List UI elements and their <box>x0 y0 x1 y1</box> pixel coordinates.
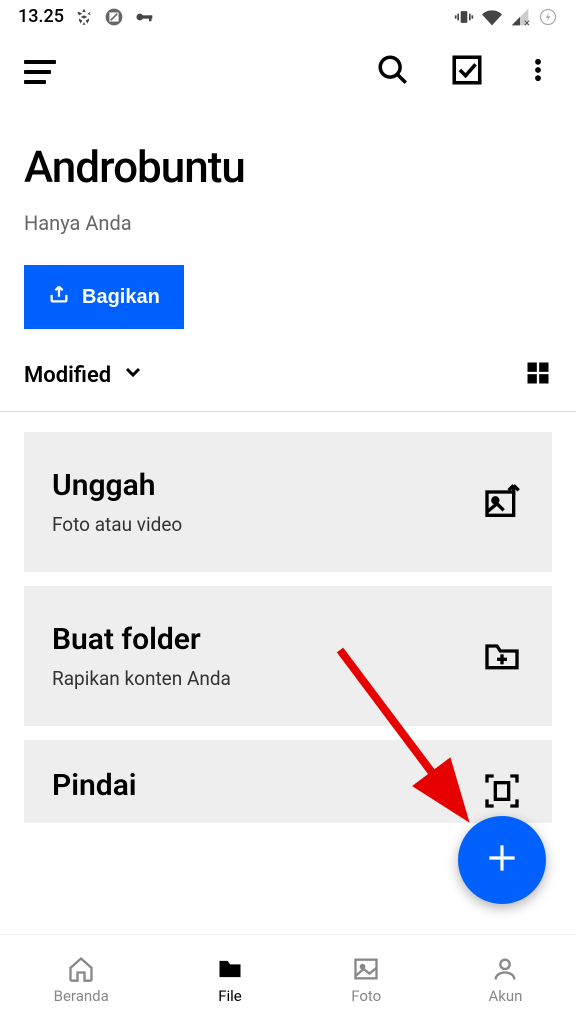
home-icon <box>67 955 95 983</box>
plus-icon <box>483 839 521 881</box>
action-subtitle: Rapikan konten Anda <box>52 667 231 690</box>
nav-label: Akun <box>488 987 522 1005</box>
folder-icon <box>216 955 244 983</box>
page-subtitle: Hanya Anda <box>24 211 552 235</box>
share-icon <box>48 283 70 311</box>
nav-label: Beranda <box>54 987 109 1005</box>
status-bar: 13.25 ✕ <box>0 0 576 33</box>
search-button[interactable] <box>376 53 410 91</box>
page-title: Androbuntu <box>24 141 552 193</box>
scan-icon <box>480 769 524 813</box>
nav-file[interactable]: File <box>216 955 244 1005</box>
share-label: Bagikan <box>82 286 160 309</box>
sort-dropdown[interactable]: Modified <box>24 360 145 390</box>
nav-label: Foto <box>351 987 381 1005</box>
status-time: 13.25 <box>18 6 64 27</box>
action-subtitle: Foto atau video <box>52 513 182 536</box>
action-create-folder[interactable]: Buat folder Rapikan konten Anda <box>24 586 552 726</box>
nav-account[interactable]: Akun <box>488 955 522 1005</box>
app-icon-2 <box>104 7 124 27</box>
battery-icon <box>538 7 558 27</box>
nav-photo[interactable]: Foto <box>351 955 381 1005</box>
select-button[interactable] <box>450 53 484 91</box>
account-icon <box>491 955 519 983</box>
app-toolbar <box>0 33 576 111</box>
chevron-down-icon <box>121 360 145 390</box>
nav-label: File <box>218 987 242 1005</box>
svg-text:✕: ✕ <box>523 19 530 27</box>
more-button[interactable] <box>524 53 552 91</box>
wifi-icon <box>482 7 502 27</box>
action-title: Buat folder <box>52 622 231 657</box>
action-upload[interactable]: Unggah Foto atau video <box>24 432 552 572</box>
nav-home[interactable]: Beranda <box>54 955 109 1005</box>
upload-image-icon <box>480 480 524 524</box>
photo-icon <box>352 955 380 983</box>
action-title: Unggah <box>52 468 182 503</box>
share-button[interactable]: Bagikan <box>24 265 184 329</box>
bottom-navigation: Beranda File Foto Akun <box>0 934 576 1024</box>
signal-icon: ✕ <box>510 7 530 27</box>
fab-add-button[interactable] <box>458 816 546 904</box>
view-grid-button[interactable] <box>524 359 552 391</box>
action-title: Pindai <box>52 768 137 803</box>
app-icon-1 <box>74 7 94 27</box>
vibrate-icon <box>454 7 474 27</box>
action-scan[interactable]: Pindai <box>24 740 552 823</box>
add-folder-icon <box>480 634 524 678</box>
menu-button[interactable] <box>24 60 56 84</box>
vpn-key-icon <box>134 7 154 27</box>
sort-label: Modified <box>24 363 111 388</box>
